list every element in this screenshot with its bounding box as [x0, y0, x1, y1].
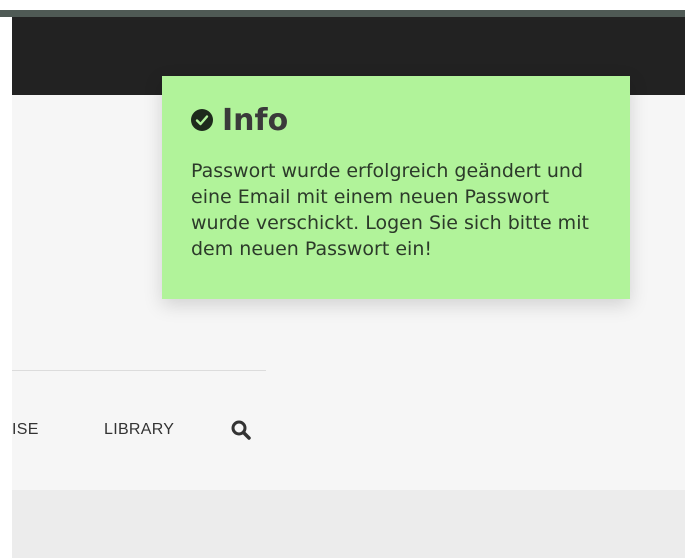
check-circle-icon — [191, 109, 213, 131]
nav-item-ise[interactable]: ISE — [12, 421, 39, 439]
notification-message: Passwort wurde erfolgreich geändert und … — [191, 160, 589, 260]
notification-title: Info — [222, 102, 289, 138]
notification-header: Info — [191, 102, 288, 138]
left-edge — [0, 17, 12, 558]
nav-divider — [12, 370, 266, 371]
nav-item-library[interactable]: LIBRARY — [104, 421, 174, 439]
top-accent-bar — [0, 10, 695, 17]
search-icon[interactable] — [230, 419, 252, 441]
top-strip — [0, 0, 695, 10]
footer-band — [12, 490, 685, 558]
page: ISE LIBRARY Info Passwort wurde erfolgre… — [0, 0, 695, 558]
info-notification: Info Passwort wurde erfolgreich geändert… — [162, 76, 630, 299]
right-edge — [685, 10, 695, 558]
